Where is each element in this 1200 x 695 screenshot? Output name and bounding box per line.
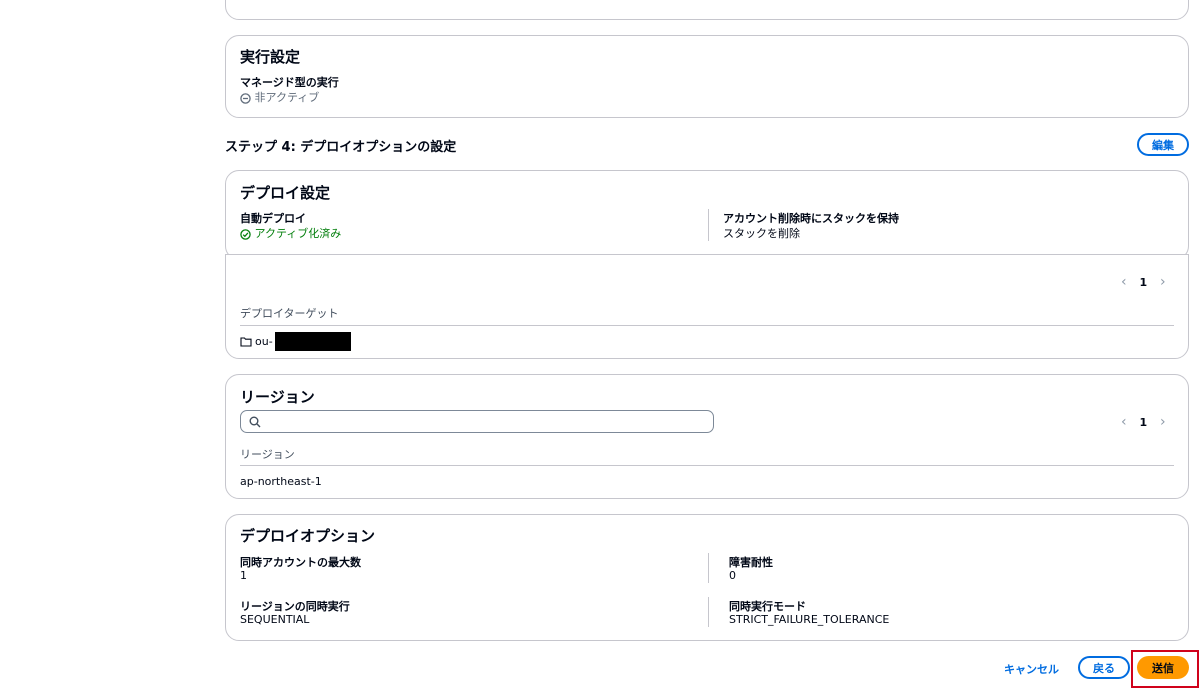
table-header-divider (240, 325, 1174, 326)
submit-button[interactable]: 送信 (1137, 656, 1189, 679)
deploy-settings-card: デプロイ設定 自動デプロイ アクティブ化済み アカウント削除時にスタックを保持 … (225, 170, 1189, 260)
deploy-targets-column-header: デプロイターゲット (240, 307, 339, 320)
max-concurrent-value: 1 (240, 569, 247, 582)
concurrency-mode-label: 同時実行モード (729, 600, 806, 613)
back-button[interactable]: 戻る (1078, 656, 1130, 679)
ou-prefix: ou- (255, 335, 273, 348)
managed-execution-value: 非アクティブ (240, 89, 319, 105)
auto-deploy-label: 自動デプロイ (240, 212, 306, 225)
ou-target-row: ou- (240, 332, 351, 351)
edit-button[interactable]: 編集 (1137, 133, 1189, 156)
regions-pagination: ‹ 1 › (1121, 414, 1166, 430)
inactive-circle-icon (240, 92, 251, 104)
max-concurrent-label: 同時アカウントの最大数 (240, 556, 361, 569)
chevron-left-icon[interactable]: ‹ (1121, 414, 1127, 430)
region-row: ap-northeast-1 (240, 475, 322, 488)
deploy-targets-card: ‹ 1 › デプロイターゲット ou- (225, 254, 1189, 359)
execution-settings-card: 実行設定 マネージド型の実行 非アクティブ (225, 35, 1189, 118)
column-divider (708, 209, 709, 241)
auto-deploy-status-text: アクティブ化済み (254, 227, 342, 240)
regions-column-header: リージョン (240, 448, 295, 461)
region-search-field[interactable] (267, 415, 687, 428)
cancel-button[interactable]: キャンセル (1004, 661, 1059, 677)
deploy-settings-title: デプロイ設定 (240, 184, 331, 202)
regions-title: リージョン (240, 388, 315, 406)
deploy-options-card: デプロイオプション 同時アカウントの最大数 1 障害耐性 0 リージョンの同時実… (225, 514, 1189, 641)
regions-page-number[interactable]: 1 (1139, 416, 1147, 429)
retain-stacks-value: スタックを削除 (723, 227, 800, 240)
deploy-options-title: デプロイオプション (240, 527, 376, 545)
concurrency-mode-value: STRICT_FAILURE_TOLERANCE (729, 613, 890, 626)
check-circle-icon (240, 228, 251, 240)
targets-pagination: ‹ 1 › (1121, 274, 1166, 290)
table-header-divider (240, 465, 1174, 466)
managed-execution-label: マネージド型の実行 (240, 76, 339, 89)
region-concurrency-value: SEQUENTIAL (240, 613, 310, 626)
folder-icon (240, 337, 252, 347)
targets-page-number[interactable]: 1 (1139, 276, 1147, 289)
execution-settings-title: 実行設定 (240, 48, 301, 66)
region-concurrency-label: リージョンの同時実行 (240, 600, 350, 613)
failure-tolerance-label: 障害耐性 (729, 556, 773, 569)
step4-title: ステップ 4: デプロイオプションの設定 (225, 140, 457, 155)
auto-deploy-value: アクティブ化済み (240, 225, 341, 241)
retain-stacks-label: アカウント削除時にスタックを保持 (723, 212, 899, 225)
redacted-ou-id (274, 332, 351, 351)
previous-section-card (225, 0, 1189, 20)
search-icon (249, 416, 261, 427)
failure-tolerance-value: 0 (729, 569, 736, 582)
regions-card: リージョン ‹ 1 › リージョン ap-northeast-1 (225, 374, 1189, 499)
region-search-input[interactable] (240, 410, 714, 433)
chevron-left-icon[interactable]: ‹ (1121, 274, 1127, 290)
chevron-right-icon[interactable]: › (1160, 274, 1166, 290)
column-divider (708, 597, 709, 627)
chevron-right-icon[interactable]: › (1160, 414, 1166, 430)
column-divider (708, 553, 709, 583)
managed-execution-status-text: 非アクティブ (254, 91, 320, 104)
